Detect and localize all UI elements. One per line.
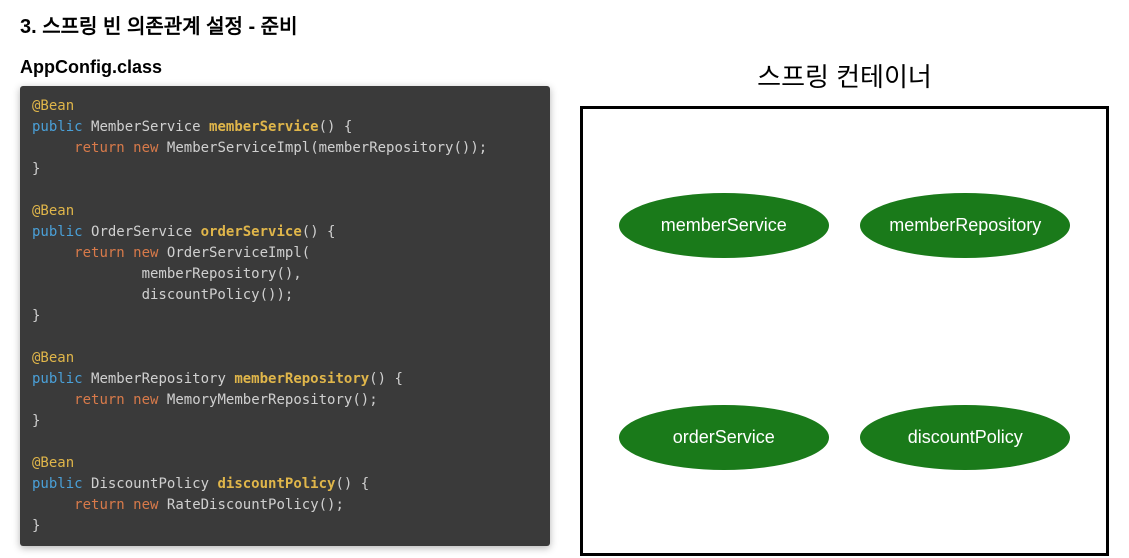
punc: } (32, 308, 40, 324)
content-columns: AppConfig.class @Bean public MemberServi… (20, 57, 1109, 556)
constructor-call: MemoryMemberRepository(); (167, 392, 378, 408)
page-title: 3. 스프링 빈 의존관계 설정 - 준비 (20, 10, 1109, 39)
container-title: 스프링 컨테이너 (580, 57, 1109, 94)
punc: } (32, 413, 40, 429)
class-label: AppConfig.class (20, 57, 550, 78)
container-panel: 스프링 컨테이너 memberService memberRepository … (580, 57, 1109, 556)
constructor-call: RateDiscountPolicy(); (167, 497, 344, 513)
keyword-return: return (74, 497, 125, 513)
arg: discountPolicy()); (142, 287, 294, 303)
constructor-call: OrderServiceImpl( (167, 245, 310, 261)
return-type: MemberRepository (91, 371, 226, 387)
method-name: orderService (201, 224, 302, 240)
return-type: MemberService (91, 119, 201, 135)
method-name: memberRepository (234, 371, 369, 387)
bean-member-service: memberService (619, 193, 829, 258)
punc: () { (319, 119, 353, 135)
punc: } (32, 161, 40, 177)
keyword-public: public (32, 371, 83, 387)
keyword-public: public (32, 224, 83, 240)
punc: () { (302, 224, 336, 240)
bean-discount-policy: discountPolicy (860, 405, 1070, 470)
spring-container: memberService memberRepository orderServ… (580, 106, 1109, 556)
keyword-new: new (133, 140, 158, 156)
code-block: @Bean public MemberService memberService… (20, 86, 550, 546)
keyword-new: new (133, 245, 158, 261)
keyword-return: return (74, 245, 125, 261)
return-type: OrderService (91, 224, 192, 240)
keyword-public: public (32, 119, 83, 135)
bean-member-repository: memberRepository (860, 193, 1070, 258)
annotation: @Bean (32, 455, 74, 471)
keyword-return: return (74, 140, 125, 156)
code-panel: AppConfig.class @Bean public MemberServi… (20, 57, 550, 556)
punc: () { (369, 371, 403, 387)
annotation: @Bean (32, 98, 74, 114)
arg: memberRepository(), (142, 266, 302, 282)
keyword-new: new (133, 392, 158, 408)
keyword-new: new (133, 497, 158, 513)
punc: } (32, 518, 40, 534)
keyword-return: return (74, 392, 125, 408)
constructor-call: MemberServiceImpl(memberRepository()); (167, 140, 487, 156)
punc: () { (335, 476, 369, 492)
method-name: memberService (209, 119, 319, 135)
keyword-public: public (32, 476, 83, 492)
method-name: discountPolicy (217, 476, 335, 492)
return-type: DiscountPolicy (91, 476, 209, 492)
annotation: @Bean (32, 203, 74, 219)
annotation: @Bean (32, 350, 74, 366)
bean-order-service: orderService (619, 405, 829, 470)
